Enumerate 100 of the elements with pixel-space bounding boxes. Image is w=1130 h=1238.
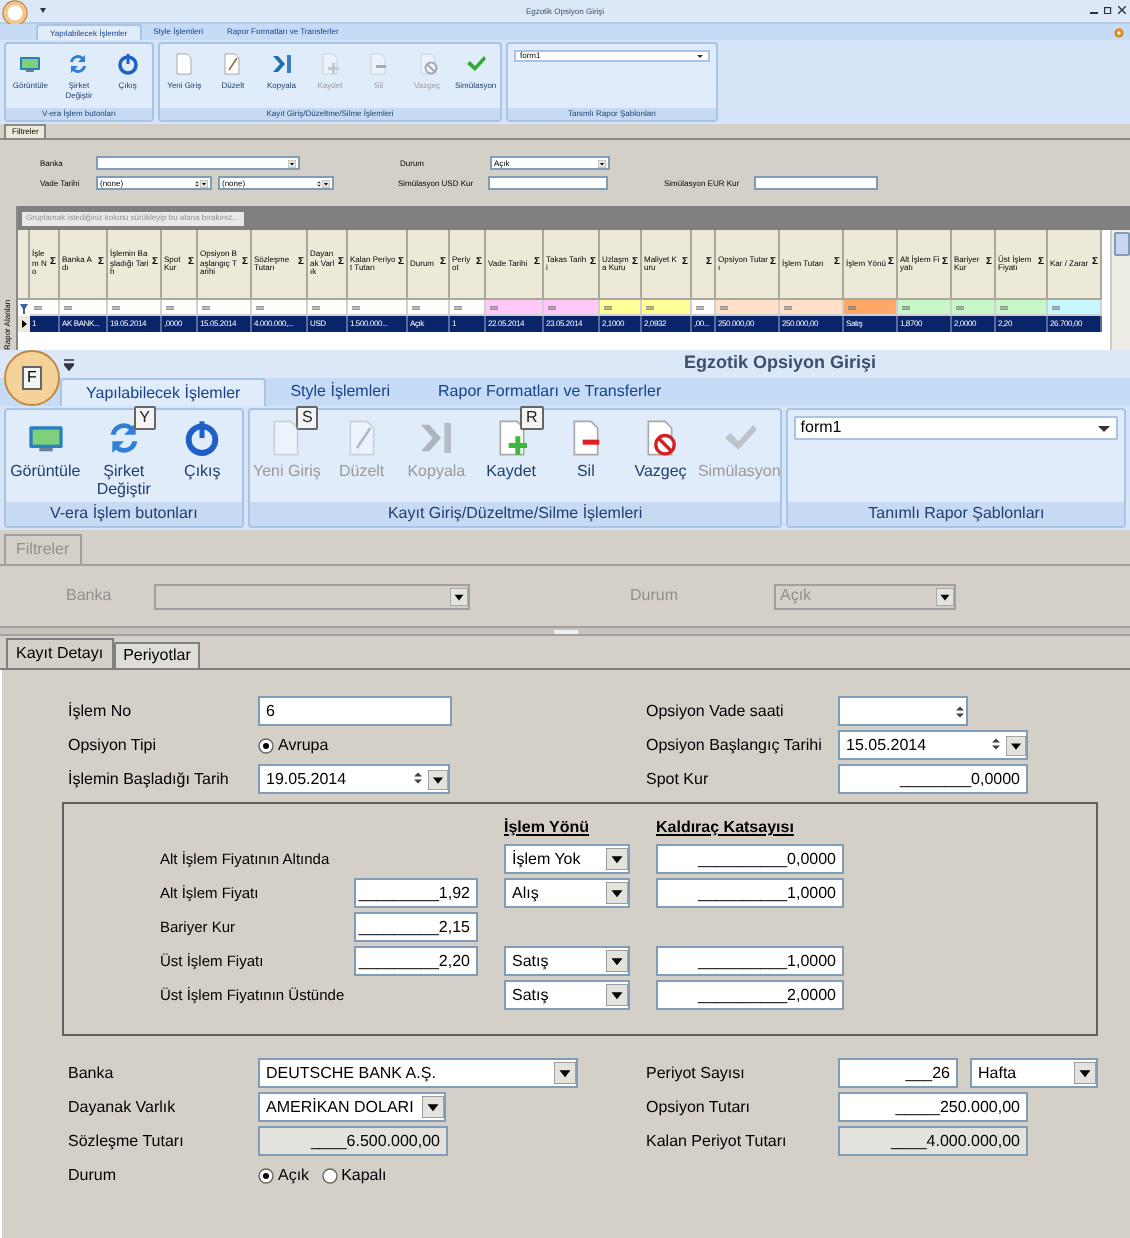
detail-tab[interactable]: Kayıt Detayı [6, 638, 114, 668]
filter-cell[interactable] [408, 300, 450, 316]
bank-dropdown[interactable] [96, 156, 300, 170]
ribbon-button[interactable]: Sil [548, 410, 624, 502]
ribbon-tab[interactable]: Rapor Formatları ve Transferler [414, 378, 686, 406]
input-field[interactable] [488, 176, 608, 190]
filter-cell[interactable] [898, 300, 952, 316]
filter-cell[interactable] [450, 300, 486, 316]
filter-cell[interactable] [952, 300, 996, 316]
row-indicator-icon [18, 316, 30, 332]
dropdown-arrow-icon [1074, 1062, 1096, 1084]
ribbon-button[interactable]: Y Şirket Değiştir [84, 410, 164, 502]
keytip-badge: R [520, 406, 544, 430]
dropdown-arrow-icon [1006, 735, 1026, 755]
input-field[interactable]: ________0,0000 [838, 764, 1028, 794]
field-label: Banka [64, 584, 114, 608]
filter-cell[interactable] [348, 300, 408, 316]
minimize-icon[interactable] [1090, 6, 1098, 14]
power-icon [182, 418, 223, 458]
date-field[interactable]: 19.05.2014 [258, 764, 450, 794]
ribbon-button[interactable]: Vazgeç [623, 410, 698, 502]
power-icon [115, 52, 140, 76]
column-heading: Kaldıraç Katsayısı [656, 816, 794, 840]
ribbon-button[interactable]: Çıkış [163, 410, 242, 502]
dropdown-field[interactable]: Satış [504, 980, 630, 1010]
input-field[interactable]: __________2,0000 [656, 980, 844, 1010]
input-field[interactable]: __________1,0000 [656, 946, 844, 976]
spin-icon [954, 703, 966, 719]
field-label: Durum [68, 1163, 119, 1187]
filter-cell[interactable] [780, 300, 844, 316]
field-label: Spot Kur [646, 767, 711, 791]
dropdown-field[interactable]: Alış [504, 878, 630, 908]
field-label: Periyot Sayısı [646, 1061, 747, 1085]
filter-cell[interactable] [1048, 300, 1102, 316]
dropdown-arrow-icon [428, 769, 448, 789]
filter-cell[interactable] [486, 300, 544, 316]
input-field[interactable]: 6 [258, 696, 452, 726]
restore-icon[interactable] [1104, 6, 1112, 14]
template-dropdown[interactable]: form1 [794, 416, 1118, 440]
radio-button[interactable]: Avrupa [258, 733, 329, 757]
input-field[interactable]: __________0,0000 [656, 844, 844, 874]
quick-access-icon[interactable] [40, 6, 46, 14]
input-field[interactable]: _________2,20 [354, 946, 478, 976]
filter-cell[interactable] [996, 300, 1048, 316]
input-field[interactable]: _________2,15 [354, 912, 478, 942]
radio-button[interactable]: Kapalı [321, 1163, 387, 1187]
input-field[interactable]: _________1,92 [354, 878, 478, 908]
filter-cell[interactable] [198, 300, 252, 316]
ribbon-tab[interactable]: Yapılabilecek İşlemler [60, 378, 267, 406]
dropdown-field[interactable]: AMERİKAN DOLARI [258, 1092, 446, 1122]
dropdown-arrow-icon [422, 1096, 444, 1118]
field-label: İşlem No [68, 699, 134, 723]
filter-cell[interactable] [716, 300, 780, 316]
input-field[interactable] [754, 176, 878, 190]
input-field[interactable]: _____250.000,00 [838, 1092, 1028, 1122]
filter-cell[interactable] [308, 300, 348, 316]
document-plus-icon [317, 52, 342, 76]
detail-tab[interactable]: Periyotlar [113, 642, 201, 668]
field-label: Durum [628, 584, 681, 608]
ribbon-tab[interactable]: Style İşlemleri [266, 378, 415, 406]
filter-cell[interactable] [844, 300, 898, 316]
input-field[interactable]: ___26 [838, 1058, 958, 1088]
filter-cell[interactable] [692, 300, 716, 316]
splitter[interactable] [0, 626, 1130, 636]
dropdown-arrow-icon [554, 1062, 576, 1084]
close-icon[interactable] [1118, 6, 1126, 14]
dropdown-field[interactable]: DEUTSCHE BANK A.Ş. [258, 1058, 578, 1088]
group-label: V-era İşlem butonları [6, 502, 242, 526]
scrollbar[interactable] [1110, 230, 1130, 350]
group-label: Kayıt Giriş/Düzeltme/Silme İşlemleri [249, 502, 781, 526]
filter-cell[interactable] [600, 300, 642, 316]
time-field[interactable] [838, 696, 968, 726]
ribbon-button[interactable]: R Kaydet [473, 410, 549, 502]
spin-icon [990, 735, 1002, 751]
filter-cell[interactable] [252, 300, 308, 316]
filter-cell[interactable] [642, 300, 692, 316]
group-label: Tanımlı Rapor Şablonları [788, 502, 1124, 526]
dropdown-arrow-icon [598, 159, 606, 167]
filter-cell[interactable] [30, 300, 60, 316]
date-field[interactable]: 15.05.2014 [838, 730, 1028, 760]
filter-cell[interactable] [60, 300, 108, 316]
document-minus-icon [366, 52, 391, 76]
checkmark-icon [463, 52, 488, 76]
app-orb-icon[interactable] [2, 0, 28, 26]
spin-icon [316, 179, 322, 187]
dropdown-field[interactable]: Satış [504, 946, 630, 976]
ribbon-button[interactable]: Görüntüle [6, 410, 85, 502]
dropdown-field[interactable]: İşlem Yok [504, 844, 630, 874]
help-icon[interactable] [1114, 27, 1124, 37]
radio-button[interactable]: Açık [258, 1163, 310, 1187]
quick-access-icon[interactable] [64, 358, 74, 372]
filter-cell[interactable] [108, 300, 162, 316]
input-field[interactable]: __________1,0000 [656, 878, 844, 908]
field-label: Opsiyon Vade saati [646, 699, 786, 723]
dropdown-field[interactable]: Hafta [970, 1058, 1098, 1088]
read-only-field: ____4.000.000,00 [838, 1126, 1028, 1156]
filter-cell[interactable] [162, 300, 198, 316]
arrows-icon [66, 52, 91, 76]
dropdown-arrow-icon [936, 587, 954, 605]
filter-cell[interactable] [544, 300, 600, 316]
